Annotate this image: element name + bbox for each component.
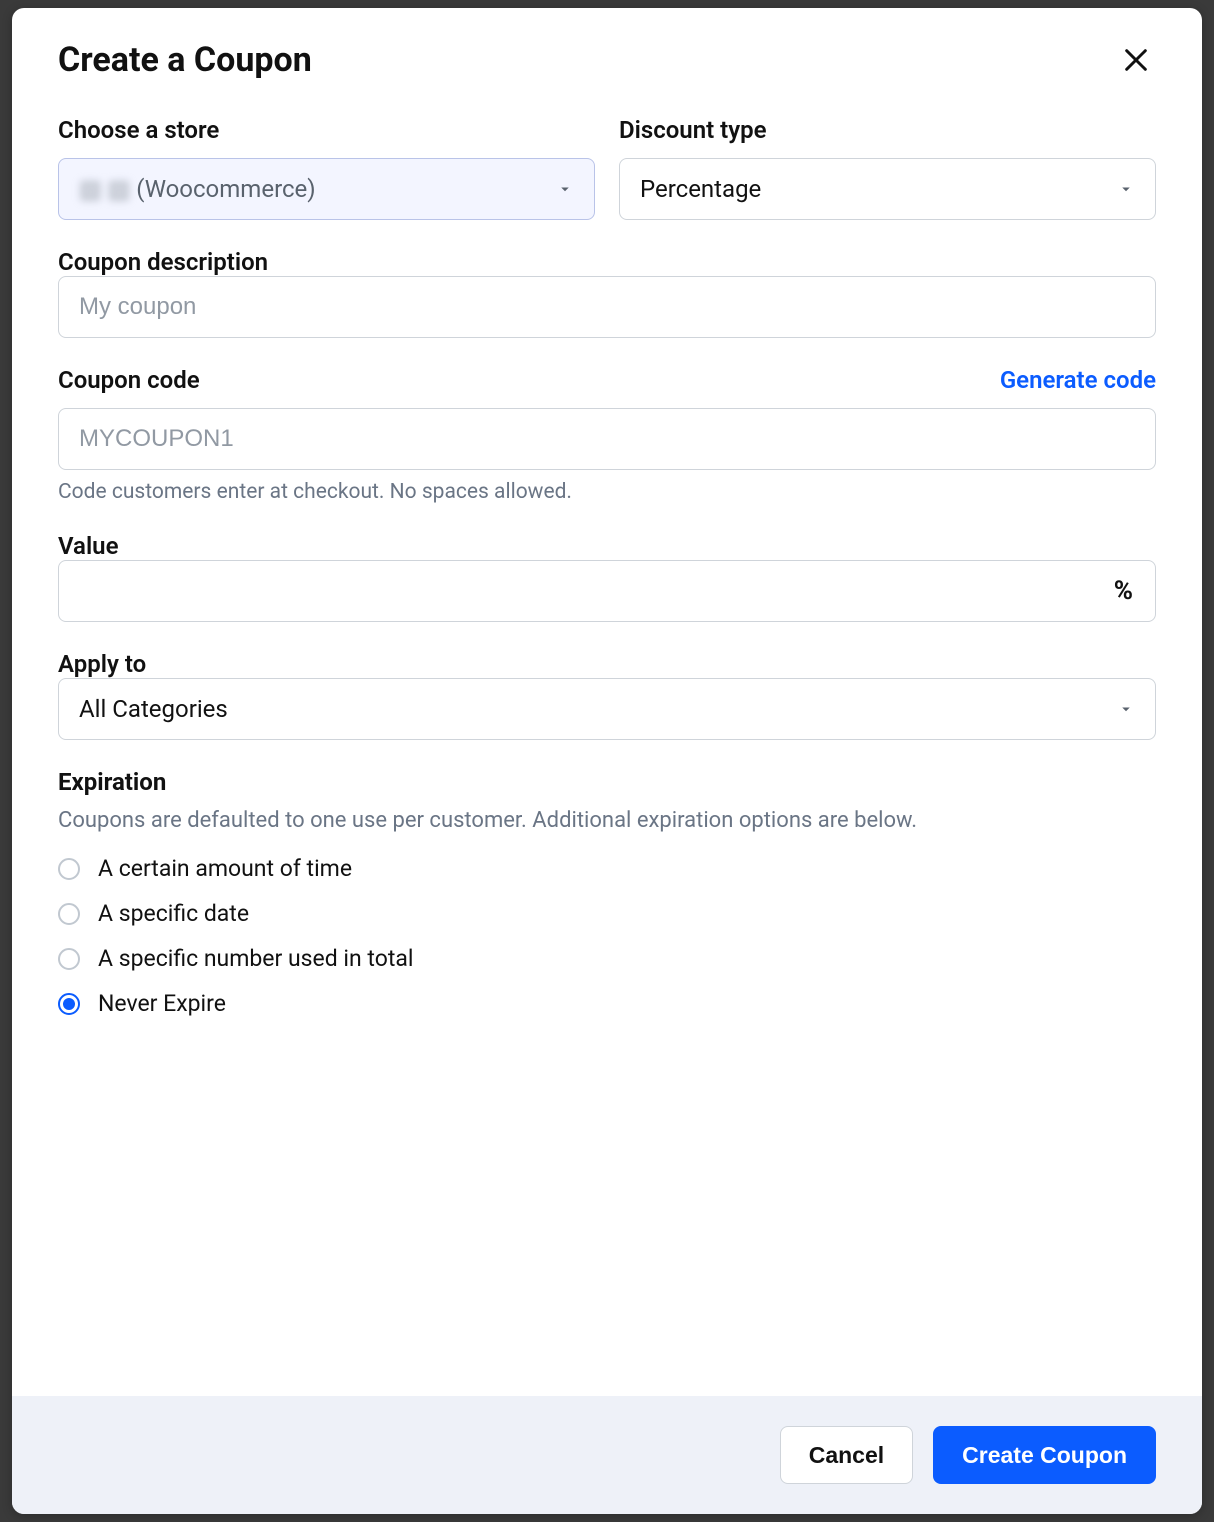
create-coupon-button[interactable]: Create Coupon — [933, 1426, 1156, 1484]
store-select[interactable]: ▧ ▧ (Woocommerce) — [58, 158, 595, 220]
radio-icon — [58, 858, 80, 880]
code-input[interactable] — [58, 408, 1156, 470]
close-icon — [1122, 46, 1150, 74]
expiration-option-label: A specific number used in total — [98, 945, 413, 972]
expiration-subtext: Coupons are defaulted to one use per cus… — [58, 808, 1156, 833]
expiration-option[interactable]: Never Expire — [58, 990, 1156, 1017]
create-coupon-modal: Create a Coupon Choose a store ▧ ▧ (Wooc… — [12, 8, 1202, 1514]
apply-to-field: Apply to All Categories — [58, 650, 1156, 740]
chevron-down-icon — [556, 180, 574, 198]
description-label: Coupon description — [58, 248, 268, 276]
chevron-down-icon — [1117, 180, 1135, 198]
cancel-button[interactable]: Cancel — [780, 1426, 913, 1484]
expiration-option[interactable]: A specific number used in total — [58, 945, 1156, 972]
store-platform: (Woocommerce) — [136, 175, 315, 203]
discount-type-select[interactable]: Percentage — [619, 158, 1156, 220]
description-input[interactable] — [58, 276, 1156, 338]
value-input-wrap: % — [58, 560, 1156, 622]
description-field: Coupon description — [58, 248, 1156, 338]
modal-footer: Cancel Create Coupon — [12, 1396, 1202, 1514]
store-field: Choose a store ▧ ▧ (Woocommerce) — [58, 116, 595, 220]
discount-type-label: Discount type — [619, 116, 1156, 144]
store-select-value: ▧ ▧ (Woocommerce) — [79, 175, 316, 203]
modal-header: Create a Coupon — [58, 40, 1156, 80]
radio-icon — [58, 948, 80, 970]
expiration-option[interactable]: A certain amount of time — [58, 855, 1156, 882]
discount-type-value: Percentage — [640, 175, 761, 203]
radio-icon — [58, 993, 80, 1015]
code-help-text: Code customers enter at checkout. No spa… — [58, 480, 1156, 504]
expiration-option[interactable]: A specific date — [58, 900, 1156, 927]
value-field: Value % — [58, 532, 1156, 622]
discount-type-field: Discount type Percentage — [619, 116, 1156, 220]
expiration-options: A certain amount of time A specific date A… — [58, 855, 1156, 1017]
modal-body: Create a Coupon Choose a store ▧ ▧ (Wooc… — [12, 8, 1202, 1396]
expiration-option-label: A certain amount of time — [98, 855, 352, 882]
value-suffix: % — [1092, 576, 1155, 606]
code-label: Coupon code — [58, 366, 200, 394]
apply-to-select[interactable]: All Categories — [58, 678, 1156, 740]
code-field: Coupon code Generate code Code customers… — [58, 366, 1156, 504]
expiration-section: Expiration Coupons are defaulted to one … — [58, 768, 1156, 1017]
expiration-label: Expiration — [58, 768, 1156, 796]
expiration-option-label: Never Expire — [98, 990, 226, 1017]
store-label: Choose a store — [58, 116, 595, 144]
apply-to-label: Apply to — [58, 650, 146, 678]
value-label: Value — [58, 532, 118, 560]
expiration-option-label: A specific date — [98, 900, 249, 927]
store-name-blurred: ▧ ▧ — [79, 175, 130, 203]
radio-icon — [58, 903, 80, 925]
generate-code-link[interactable]: Generate code — [1000, 366, 1156, 394]
apply-to-value: All Categories — [79, 695, 228, 723]
close-button[interactable] — [1116, 40, 1156, 80]
chevron-down-icon — [1117, 700, 1135, 718]
value-input[interactable] — [59, 561, 1092, 621]
modal-title: Create a Coupon — [58, 40, 312, 80]
